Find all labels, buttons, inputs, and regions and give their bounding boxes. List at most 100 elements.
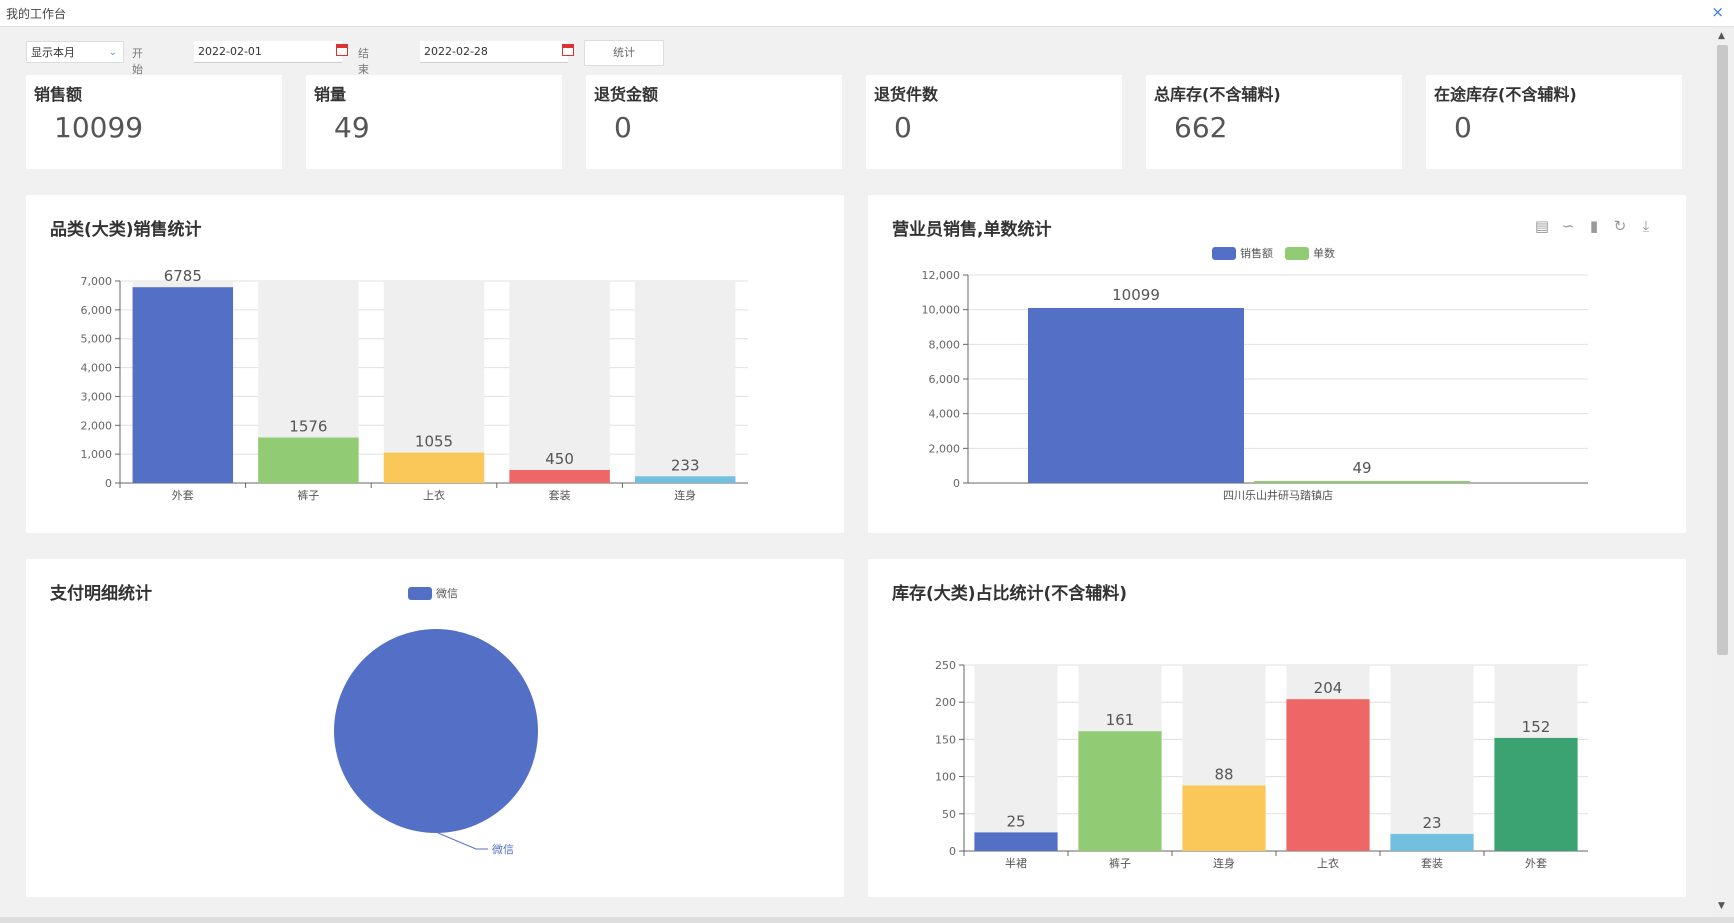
bar bbox=[509, 470, 610, 483]
y-tick-label: 10,000 bbox=[922, 304, 961, 317]
range-select[interactable]: 显示本月 ⌄ bbox=[26, 41, 124, 63]
bar bbox=[1028, 307, 1244, 483]
calendar-icon[interactable] bbox=[562, 44, 574, 56]
window-title: 我的工作台 bbox=[6, 7, 67, 21]
bar bbox=[634, 476, 736, 483]
bar-value-label: 6785 bbox=[164, 267, 202, 285]
stock-chart: 0 50 100 150 200 250 25 半裙 161 裤子 88 连身 204 上衣 23 套装 152… bbox=[935, 659, 1588, 870]
x-tick-label: 裤子 bbox=[297, 488, 319, 502]
kpi-label: 总库存(不含辅料) bbox=[1154, 85, 1281, 104]
kpi-card-return-amount: 退货金额 0 bbox=[586, 75, 842, 169]
kpi-card-total-stock: 总库存(不含辅料) 662 bbox=[1146, 75, 1402, 169]
y-tick-label: 0 bbox=[953, 477, 960, 490]
kpi-value: 49 bbox=[334, 111, 370, 144]
kpi-card-transit-stock: 在途库存(不含辅料) 0 bbox=[1426, 75, 1682, 169]
bar-value-label: 1576 bbox=[289, 418, 327, 436]
category-sales-chart: 0 1,000 2,000 3,000 4,000 5,000 6,000 7,000 6785… bbox=[81, 267, 748, 502]
kpi-label: 销量 bbox=[314, 85, 347, 104]
x-tick-label: 套装 bbox=[1421, 857, 1443, 870]
x-tick-label: 四川乐山井研马踏镇店 bbox=[1223, 488, 1333, 502]
kpi-card-sales-qty: 销量 49 bbox=[306, 75, 562, 169]
close-icon[interactable]: × bbox=[1711, 3, 1724, 21]
y-tick-label: 100 bbox=[935, 771, 956, 784]
kpi-card-return-count: 退货件数 0 bbox=[866, 75, 1122, 169]
y-tick-label: 2,000 bbox=[81, 419, 113, 432]
y-tick-label: 150 bbox=[935, 733, 956, 746]
start-date-input[interactable]: 2022-02-01 bbox=[194, 41, 342, 63]
y-tick-label: 7,000 bbox=[81, 275, 113, 288]
bar bbox=[1390, 833, 1474, 851]
x-tick-label: 外套 bbox=[1525, 857, 1547, 870]
bar bbox=[1254, 481, 1470, 483]
stat-button[interactable]: 统计 bbox=[584, 40, 664, 66]
bar-background bbox=[634, 281, 736, 483]
bar-value-label: 10099 bbox=[1112, 286, 1160, 304]
bar-value-label: 152 bbox=[1522, 718, 1551, 736]
kpi-value: 0 bbox=[894, 111, 912, 144]
x-tick-label: 半裙 bbox=[1005, 856, 1027, 870]
y-tick-label: 4,000 bbox=[929, 408, 961, 421]
bar bbox=[258, 437, 359, 483]
x-tick-label: 上衣 bbox=[423, 488, 445, 502]
bar bbox=[1078, 731, 1162, 851]
stock-panel: 库存(大类)占比统计(不含辅料) 0 50 100 150 200 250 25 半裙 161 裤… bbox=[868, 559, 1686, 897]
x-tick-label: 裤子 bbox=[1109, 856, 1131, 870]
payment-chart: 微信 bbox=[334, 629, 538, 856]
payment-panel: 支付明细统计 微信 微信 bbox=[26, 559, 844, 897]
y-tick-label: 250 bbox=[935, 659, 956, 672]
kpi-label: 退货金额 bbox=[594, 85, 659, 104]
dashboard: 显示本月 ⌄ 开始时间: 2022-02-01 结束时间: 2022-02-28… bbox=[0, 27, 1712, 917]
calendar-icon[interactable] bbox=[336, 44, 348, 56]
y-tick-label: 6,000 bbox=[81, 304, 113, 317]
bar-value-label: 450 bbox=[545, 450, 574, 468]
kpi-value: 10099 bbox=[54, 111, 144, 144]
kpi-label: 退货件数 bbox=[874, 85, 939, 104]
bar-value-label: 88 bbox=[1214, 766, 1233, 784]
bar bbox=[383, 452, 485, 483]
kpi-label: 销售额 bbox=[34, 85, 83, 104]
kpi-value: 662 bbox=[1174, 111, 1228, 144]
bar bbox=[132, 287, 234, 483]
y-tick-label: 5,000 bbox=[81, 333, 113, 346]
y-tick-label: 4,000 bbox=[81, 362, 113, 375]
kpi-card-sales-amount: 销售额 10099 bbox=[26, 75, 282, 169]
scroll-up-icon[interactable]: ▲ bbox=[1718, 31, 1725, 41]
bottom-strip bbox=[0, 917, 1734, 923]
window-titlebar: 我的工作台 × bbox=[0, 0, 1734, 27]
bar-value-label: 204 bbox=[1314, 679, 1343, 697]
y-tick-label: 0 bbox=[949, 845, 956, 858]
x-tick-label: 连身 bbox=[1213, 856, 1235, 870]
y-tick-label: 12,000 bbox=[922, 269, 961, 282]
end-date-input[interactable]: 2022-02-28 bbox=[420, 41, 568, 63]
pie-slice-label: 微信 bbox=[492, 842, 514, 856]
bar-value-label: 49 bbox=[1352, 459, 1371, 477]
bar-value-label: 1055 bbox=[415, 433, 453, 451]
bar-value-label: 25 bbox=[1006, 812, 1025, 830]
bar bbox=[1286, 699, 1370, 851]
y-tick-label: 3,000 bbox=[81, 390, 113, 403]
vertical-scrollbar[interactable]: ▲ ▼ bbox=[1712, 27, 1734, 917]
kpi-value: 0 bbox=[614, 111, 632, 144]
y-tick-label: 200 bbox=[935, 696, 956, 709]
bar bbox=[1182, 785, 1266, 851]
kpi-value: 0 bbox=[1454, 111, 1472, 144]
pie-label-leader bbox=[437, 832, 488, 850]
bar-value-label: 23 bbox=[1422, 814, 1441, 832]
x-tick-label: 外套 bbox=[172, 489, 194, 502]
salesman-chart: 0 2,000 4,000 6,000 8,000 10,000 12,000 10099 49… bbox=[922, 269, 1588, 502]
salesman-panel: 营业员销售,单数统计 销售额 单数 ▤ ∽ ▮ ↻ ⤓ 0 2,000 4,000 6… bbox=[868, 195, 1686, 533]
y-tick-label: 50 bbox=[942, 808, 956, 821]
scroll-down-icon[interactable]: ▼ bbox=[1718, 901, 1725, 911]
scrollbar-thumb[interactable] bbox=[1717, 45, 1728, 655]
bar bbox=[974, 832, 1058, 851]
bar-value-label: 233 bbox=[671, 456, 700, 474]
x-tick-label: 连身 bbox=[674, 488, 696, 502]
chevron-down-icon: ⌄ bbox=[108, 47, 117, 58]
y-tick-label: 8,000 bbox=[929, 338, 961, 351]
y-tick-label: 0 bbox=[105, 477, 112, 490]
y-tick-label: 1,000 bbox=[81, 448, 113, 461]
y-tick-label: 2,000 bbox=[929, 442, 961, 455]
x-tick-label: 套装 bbox=[549, 489, 571, 502]
range-select-value: 显示本月 bbox=[31, 46, 75, 59]
category-sales-panel: 品类(大类)销售统计 0 1,000 2,000 3,000 4,000 5,000 6,0… bbox=[26, 195, 844, 533]
